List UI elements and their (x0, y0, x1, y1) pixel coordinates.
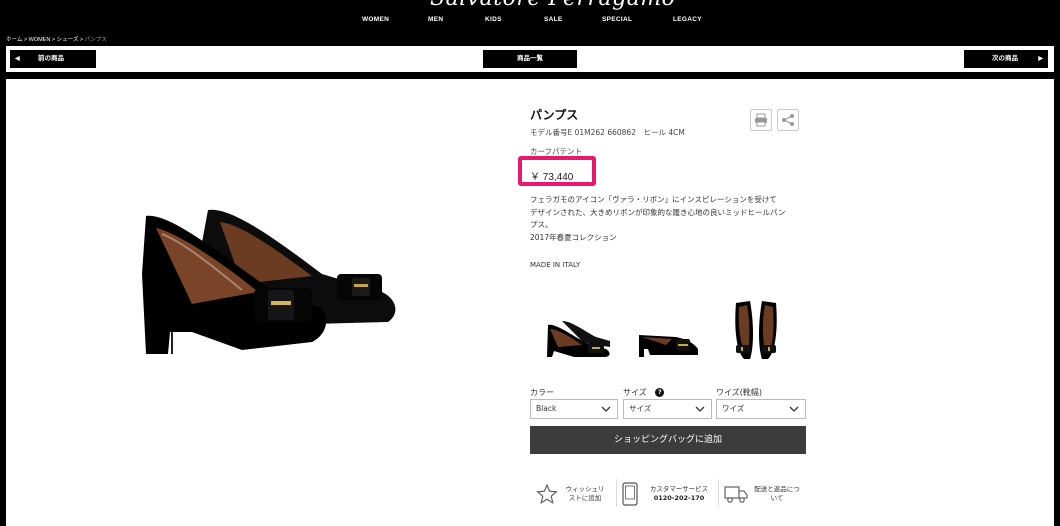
product-price: ￥ 73,440 (530, 172, 574, 183)
color-select-value: Black (536, 404, 557, 413)
nav-item-legacy[interactable]: LEGACY (673, 16, 702, 23)
nav-item-kids[interactable]: KIDS (485, 16, 502, 23)
chevron-right-icon: ▶ (1038, 56, 1043, 62)
shipping-text: いて (770, 494, 784, 502)
utility-divider (616, 479, 617, 507)
breadcrumb-women[interactable]: WOMEN (29, 37, 51, 43)
chevron-left-icon: ◀ (15, 56, 20, 62)
wishlist-text: ウィッシュリ (565, 485, 605, 493)
product-list-button[interactable]: 商品一覧 (483, 50, 577, 68)
product-pager: ◀ 前の商品 商品一覧 次の商品 ▶ (6, 46, 1054, 72)
wishlist-link[interactable]: ウィッシュリ ストに追加 (536, 479, 616, 509)
nav-item-men[interactable]: MEN (428, 16, 443, 23)
width-label: ワイズ(靴幅) (716, 388, 763, 397)
phone-icon (622, 482, 638, 506)
color-label: カラー (530, 388, 554, 397)
width-select-value: ワイズ (722, 404, 745, 413)
nav-item-sale[interactable]: SALE (544, 16, 563, 23)
description-line: フェラガモのアイコン「ヴァラ・リボン」にインスピレーションを受けて (530, 195, 777, 204)
nav-item-women[interactable]: WOMEN (362, 16, 389, 23)
product-detail: パンプス モデル番号E 01M262 660862 ヒール 4CM カーフパテン… (6, 79, 1054, 526)
product-image[interactable] (132, 204, 404, 364)
size-select-value: サイズ (629, 404, 652, 413)
size-label: サイズ (623, 388, 647, 397)
breadcrumb-current: パンプス (84, 37, 107, 43)
description-line: デザインされた、大きめリボンが印象的な履き心地の良いミッドヒールパン (530, 207, 786, 217)
brand-logo[interactable]: Salvatore Ferragamo (430, 0, 675, 14)
print-button[interactable] (750, 109, 772, 131)
product-description: フェラガモのアイコン「ヴァラ・リボン」にインスピレーションを受けて デザインされ… (530, 194, 800, 244)
add-to-bag-button[interactable]: ショッピングバッグに追加 (530, 426, 806, 454)
width-select[interactable]: ワイズ (716, 399, 806, 419)
thumbnail-top[interactable] (730, 297, 782, 363)
next-product-button[interactable]: 次の商品 ▶ (964, 50, 1048, 68)
breadcrumb-shoes[interactable]: シューズ (57, 37, 79, 43)
color-select[interactable]: Black (530, 399, 618, 419)
product-title: パンプス (530, 108, 579, 122)
delivery-truck-icon (724, 486, 748, 503)
breadcrumb-separator: > (23, 37, 28, 43)
thumbnail-pair-side[interactable] (544, 319, 614, 359)
share-icon (782, 114, 794, 126)
customer-service-phone: 0120-202-170 (653, 494, 705, 502)
star-icon (536, 483, 558, 504)
breadcrumb-separator: > (79, 37, 84, 43)
description-line: プス。 (530, 220, 553, 229)
share-button[interactable] (777, 109, 799, 131)
size-label-wrap: サイズ ? (623, 387, 665, 398)
size-select[interactable]: サイズ (623, 399, 712, 419)
description-line: 2017年春夏コレクション (530, 232, 617, 242)
next-product-label: 次の商品 (992, 55, 1018, 62)
prev-product-label: 前の商品 (38, 55, 64, 62)
product-origin: MADE IN ITALY (530, 261, 581, 269)
wishlist-text: ストに追加 (568, 494, 602, 502)
size-help-icon[interactable]: ? (655, 388, 665, 397)
utility-divider (718, 479, 719, 507)
main-nav: WOMEN MEN KIDS SALE SPECIAL LEGACY (0, 16, 1060, 28)
customer-service-label: カスタマーサービス (649, 485, 709, 493)
breadcrumb-home[interactable]: ホーム (6, 37, 22, 43)
thumbnail-side[interactable] (636, 327, 702, 359)
shipping-returns-link[interactable]: 配送と返品につ いて (724, 479, 806, 509)
customer-service-link[interactable]: カスタマーサービス 0120-202-170 (622, 479, 718, 509)
chevron-down-icon (601, 406, 611, 412)
product-model: モデル番号E 01M262 660862 ヒール 4CM (530, 128, 685, 137)
nav-item-special[interactable]: SPECIAL (602, 16, 632, 23)
shipping-text: 配送と返品につ (754, 485, 800, 493)
chevron-down-icon (695, 406, 705, 412)
breadcrumb: ホーム > WOMEN > シューズ > パンプス (6, 35, 107, 43)
printer-icon (755, 113, 767, 127)
prev-product-button[interactable]: ◀ 前の商品 (10, 50, 96, 68)
breadcrumb-separator: > (51, 37, 56, 43)
chevron-down-icon (789, 406, 799, 412)
